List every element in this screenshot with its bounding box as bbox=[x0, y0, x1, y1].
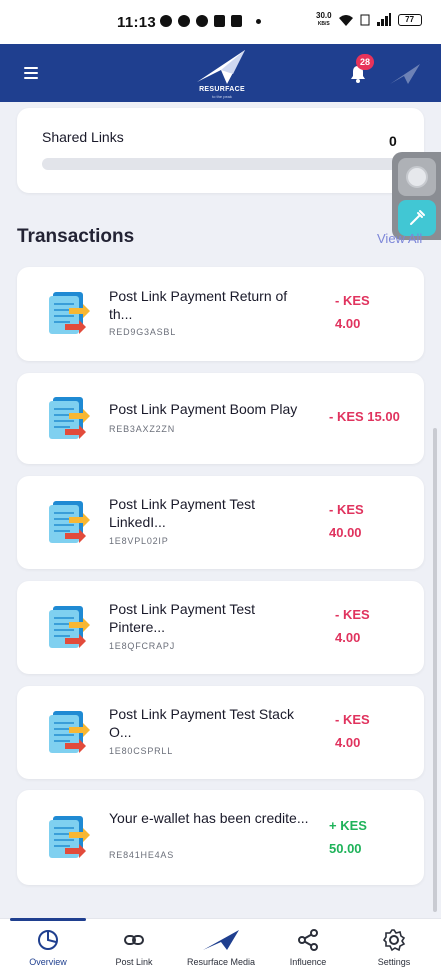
transaction-card[interactable]: Post Link Payment Test LinkedI... 1E8VPL… bbox=[17, 476, 424, 569]
battery-icon: 77 bbox=[397, 14, 422, 26]
eyedropper-icon bbox=[410, 210, 425, 225]
shared-links-count: 0 bbox=[389, 133, 397, 149]
transaction-amount-line1: - KES bbox=[335, 293, 370, 308]
nav-item-label: Overview bbox=[29, 957, 67, 967]
transaction-amount-line2: 4.00 bbox=[335, 735, 361, 750]
transaction-amount: + KES 50.00 bbox=[329, 814, 367, 860]
transaction-ref: 1E8QFCRAPJ bbox=[109, 641, 176, 651]
transaction-amount: - KES 15.00 bbox=[329, 405, 400, 428]
screen-overlay-button[interactable] bbox=[398, 158, 436, 196]
transaction-title: Post Link Payment Return of th... bbox=[109, 288, 288, 322]
receipt-transfer-icon bbox=[43, 707, 91, 759]
transaction-amount-line2: 40.00 bbox=[329, 525, 362, 540]
transaction-ref: 1E8VPL02IP bbox=[109, 536, 169, 546]
telegram-icon bbox=[178, 15, 190, 27]
transaction-amount-line2: 4.00 bbox=[335, 630, 361, 645]
transaction-ref: REB3AXZ2ZN bbox=[109, 424, 176, 434]
transaction-amount-line2: 50.00 bbox=[329, 841, 362, 856]
transaction-ref: RE841HE4AS bbox=[109, 850, 175, 860]
share-icon bbox=[296, 928, 320, 952]
transaction-title: Post Link Payment Test Pintere... bbox=[109, 601, 256, 635]
transaction-ref: 1E80CSPRLL bbox=[109, 746, 174, 756]
transaction-amount: - KES 4.00 bbox=[335, 603, 370, 649]
nav-item-post-link[interactable]: Post Link bbox=[94, 924, 174, 974]
nav-item-overview[interactable]: Overview bbox=[8, 924, 88, 974]
transaction-amount-line1: - KES bbox=[335, 607, 370, 622]
menu-icon[interactable] bbox=[24, 67, 38, 79]
transaction-card[interactable]: Post Link Payment Test Pintere... 1E8QFC… bbox=[17, 581, 424, 674]
nav-item-label: Settings bbox=[377, 957, 411, 967]
receipt-transfer-icon bbox=[43, 812, 91, 864]
transaction-amount: - KES 4.00 bbox=[335, 708, 370, 754]
link-icon bbox=[122, 928, 146, 952]
transaction-title: Post Link Payment Test LinkedI... bbox=[109, 496, 256, 530]
nav-item-label: Post Link bbox=[115, 957, 153, 967]
shared-links-progress-bar bbox=[42, 158, 404, 170]
nav-item-label: Influence bbox=[289, 957, 327, 967]
transaction-amount-line1: + KES bbox=[329, 818, 367, 833]
notification-badge: 28 bbox=[356, 54, 374, 70]
transaction-card[interactable]: Post Link Payment Test Stack O... 1E80CS… bbox=[17, 686, 424, 779]
nav-active-indicator bbox=[10, 918, 86, 921]
more-notifications-dot-icon bbox=[256, 18, 261, 24]
transaction-card[interactable]: Your e-wallet has been credite... RE841H… bbox=[17, 790, 424, 885]
nav-item-settings[interactable]: Settings bbox=[354, 924, 434, 974]
app-notification-icon bbox=[160, 15, 172, 27]
nav-item-influence[interactable]: Influence bbox=[268, 924, 348, 974]
transaction-amount-line1: - KES bbox=[329, 502, 364, 517]
signal-icon bbox=[376, 13, 391, 26]
logo-text: RESURFACE bbox=[199, 86, 245, 93]
gear-icon bbox=[382, 928, 406, 952]
transaction-card[interactable]: Post Link Payment Return of th... RED9G3… bbox=[17, 267, 424, 361]
transaction-card[interactable]: Post Link Payment Boom Play REB3AXZ2ZN -… bbox=[17, 373, 424, 464]
transaction-title: Post Link Payment Test Stack O... bbox=[109, 706, 294, 740]
transaction-amount-line2: 4.00 bbox=[335, 316, 361, 331]
status-bar: 11:13 30.0 KB/S 77 bbox=[0, 0, 441, 44]
transaction-amount-line1: - KES 15.00 bbox=[329, 409, 400, 424]
logo-tagline: to the peak bbox=[212, 94, 232, 99]
transaction-amount: - KES 40.00 bbox=[329, 498, 364, 544]
status-time: 11:13 bbox=[117, 14, 157, 31]
status-system-icons: 30.0 KB/S 77 bbox=[316, 12, 422, 28]
receipt-transfer-icon bbox=[43, 497, 91, 549]
nav-item-resurface-media[interactable]: Resurface Media bbox=[181, 924, 261, 974]
logo-mark-icon bbox=[197, 50, 245, 84]
transaction-title: Post Link Payment Boom Play bbox=[109, 401, 298, 417]
snapchat-icon bbox=[231, 15, 242, 27]
nav-item-label: Resurface Media bbox=[186, 957, 256, 967]
receipt-transfer-icon bbox=[43, 393, 91, 445]
resurface-logo-icon bbox=[203, 928, 239, 952]
resurface-logo: RESURFACE to the peak bbox=[193, 48, 251, 99]
wifi-icon bbox=[338, 15, 353, 26]
scrollbar[interactable] bbox=[433, 428, 437, 912]
floating-side-widget bbox=[392, 152, 441, 240]
status-notification-icons bbox=[160, 15, 261, 27]
shared-links-card: Shared Links 0 bbox=[17, 108, 424, 193]
app-icon bbox=[214, 15, 225, 27]
volte-icon bbox=[360, 14, 370, 26]
view-all-link[interactable]: View All bbox=[377, 231, 422, 246]
network-speed: 30.0 KB/S bbox=[316, 12, 332, 28]
monitor-icon bbox=[406, 166, 428, 188]
transaction-amount-line1: - KES bbox=[335, 712, 370, 727]
transaction-ref: RED9G3ASBL bbox=[109, 327, 177, 337]
messenger-icon bbox=[196, 15, 208, 27]
transaction-amount: - KES 4.00 bbox=[335, 289, 370, 335]
shared-links-label: Shared Links bbox=[42, 129, 124, 145]
faded-logo-icon bbox=[390, 64, 420, 84]
app-header: RESURFACE to the peak 28 bbox=[0, 44, 441, 102]
network-speed-value: 30.0 bbox=[316, 11, 332, 20]
receipt-transfer-icon bbox=[43, 288, 91, 340]
network-speed-unit: KB/S bbox=[317, 21, 330, 27]
receipt-transfer-icon bbox=[43, 602, 91, 654]
transaction-title: Your e-wallet has been credite... bbox=[109, 810, 309, 826]
transactions-title: Transactions bbox=[17, 226, 135, 247]
pie-chart-icon bbox=[36, 928, 60, 952]
